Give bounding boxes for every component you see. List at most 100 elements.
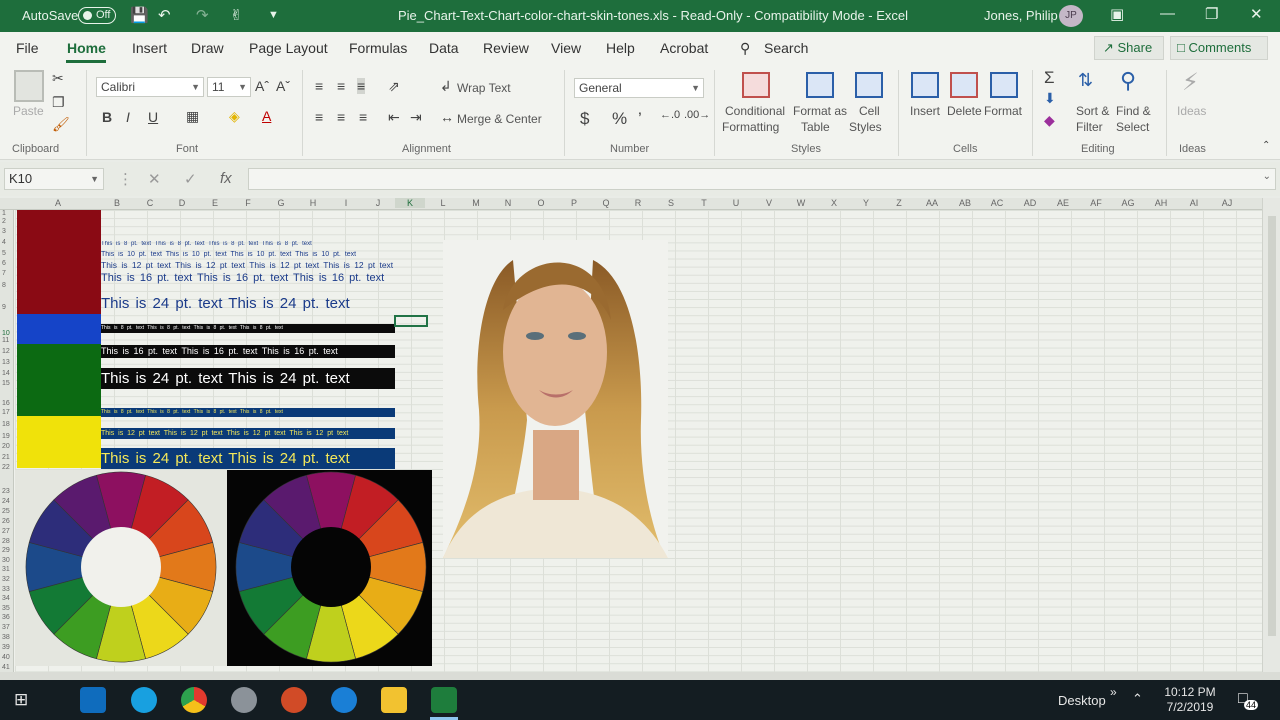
- row-header-21[interactable]: 21: [2, 454, 10, 461]
- row-header-3[interactable]: 3: [2, 228, 6, 235]
- row-header-27[interactable]: 27: [2, 528, 10, 535]
- file-explorer-icon[interactable]: [381, 687, 407, 713]
- scroll-thumb[interactable]: [1268, 216, 1276, 636]
- skype-icon[interactable]: [131, 687, 157, 713]
- column-header-t[interactable]: T: [689, 198, 719, 208]
- paste-icon[interactable]: [14, 70, 44, 102]
- color-wheel-dark[interactable]: [227, 470, 432, 666]
- insert-cells-icon[interactable]: [911, 72, 939, 98]
- lightning-icon[interactable]: ⚡: [1182, 68, 1199, 97]
- minimize-icon[interactable]: —: [1160, 5, 1175, 22]
- vertical-scrollbar[interactable]: [1262, 198, 1280, 680]
- portrait-photo[interactable]: [443, 240, 668, 558]
- delete-cells-icon[interactable]: [950, 72, 978, 98]
- column-header-ah[interactable]: AH: [1146, 198, 1176, 208]
- column-header-o[interactable]: O: [526, 198, 556, 208]
- align-left-icon[interactable]: ≡: [315, 109, 323, 125]
- tab-view[interactable]: View: [551, 40, 581, 56]
- column-header-u[interactable]: U: [721, 198, 751, 208]
- row-header-34[interactable]: 34: [2, 595, 10, 602]
- wrap-text-icon[interactable]: ↲: [440, 78, 452, 95]
- row-header-13[interactable]: 13: [2, 359, 10, 366]
- text-sample-12pt[interactable]: This is 12 pt text This is 12 pt text Th…: [101, 260, 395, 270]
- conditional-formatting-label-1[interactable]: Conditional: [725, 104, 785, 118]
- format-as-table-icon[interactable]: [806, 72, 834, 98]
- format-as-table-label-1[interactable]: Format as: [793, 104, 847, 118]
- sort-filter-label-2[interactable]: Filter: [1076, 120, 1103, 134]
- tab-insert[interactable]: Insert: [132, 40, 167, 56]
- tab-data[interactable]: Data: [429, 40, 459, 56]
- tab-acrobat[interactable]: Acrobat: [660, 40, 708, 56]
- align-right-icon[interactable]: ≡: [359, 109, 367, 125]
- conditional-formatting-label-2[interactable]: Formatting: [722, 120, 779, 134]
- column-header-aj[interactable]: AJ: [1212, 198, 1242, 208]
- font-size-select[interactable]: 11 ▼: [207, 77, 251, 97]
- row-header-5[interactable]: 5: [2, 250, 6, 257]
- row-header-18[interactable]: 18: [2, 421, 10, 428]
- decrease-indent-icon[interactable]: ⇤: [388, 109, 400, 126]
- number-format-select[interactable]: General ▼: [574, 78, 704, 98]
- redo-icon[interactable]: ↷: [196, 6, 209, 24]
- ribbon-display-options-icon[interactable]: ▣: [1110, 5, 1124, 23]
- text-sample-8pt-navy[interactable]: This is 8 pt. text This is 8 pt. text Th…: [101, 408, 395, 417]
- find-select-icon[interactable]: ⚲: [1120, 68, 1136, 94]
- column-header-aa[interactable]: AA: [917, 198, 947, 208]
- confirm-entry-icon[interactable]: ✓: [184, 170, 197, 188]
- outlook-icon[interactable]: [80, 687, 106, 713]
- fill-color-icon[interactable]: ◈: [229, 108, 240, 125]
- increase-indent-icon[interactable]: ⇥: [410, 109, 422, 126]
- name-box[interactable]: K10 ▼: [4, 168, 104, 190]
- delete-cells-label[interactable]: Delete: [947, 104, 982, 118]
- edge-icon[interactable]: [331, 687, 357, 713]
- decrease-font-size-icon[interactable]: Aˇ: [276, 78, 290, 94]
- row-header-28[interactable]: 28: [2, 538, 10, 545]
- row-header-38[interactable]: 38: [2, 634, 10, 641]
- decrease-decimal-icon[interactable]: .00→: [684, 109, 710, 121]
- row-header-9[interactable]: 9: [2, 304, 6, 311]
- row-header-19[interactable]: 19: [2, 433, 10, 440]
- borders-icon[interactable]: ▦: [186, 108, 199, 125]
- italic-button[interactable]: I: [126, 109, 130, 125]
- orientation-icon[interactable]: ⇗: [388, 78, 400, 95]
- row-header-22[interactable]: 22: [2, 464, 10, 471]
- autosave-toggle[interactable]: Off: [78, 7, 116, 24]
- color-wheel-light[interactable]: [15, 470, 227, 666]
- restore-icon[interactable]: ❐: [1205, 5, 1218, 23]
- column-header-i[interactable]: I: [331, 198, 361, 208]
- tab-page-layout[interactable]: Page Layout: [249, 40, 328, 56]
- row-header-11[interactable]: 11: [2, 337, 9, 344]
- row-header-29[interactable]: 29: [2, 547, 10, 554]
- increase-font-size-icon[interactable]: Aˆ: [255, 78, 269, 94]
- clock[interactable]: 10:12 PM 7/2/2019: [1160, 685, 1220, 715]
- format-as-table-label-2[interactable]: Table: [801, 120, 830, 134]
- text-sample-8pt[interactable]: This is 8 pt. text This is 8 pt. text Th…: [101, 241, 395, 247]
- row-header-4[interactable]: 4: [2, 239, 6, 246]
- green-swatch[interactable]: [17, 344, 101, 416]
- comments-button[interactable]: □ Comments: [1170, 36, 1268, 60]
- align-bottom-icon[interactable]: ≡: [357, 78, 366, 94]
- column-header-s[interactable]: S: [656, 198, 686, 208]
- tab-home[interactable]: Home: [67, 40, 106, 56]
- increase-decimal-icon[interactable]: ←.0: [660, 109, 680, 121]
- row-header-10[interactable]: 10: [2, 330, 10, 337]
- column-header-f[interactable]: F: [233, 198, 263, 208]
- share-button[interactable]: ↗ Share: [1094, 36, 1164, 60]
- tab-help[interactable]: Help: [606, 40, 635, 56]
- row-header-2[interactable]: 2: [2, 218, 6, 225]
- column-header-v[interactable]: V: [754, 198, 784, 208]
- fill-icon[interactable]: ⬇: [1044, 90, 1056, 107]
- chevron-up-icon[interactable]: ⌃: [1132, 691, 1143, 707]
- row-header-36[interactable]: 36: [2, 614, 10, 621]
- format-cells-icon[interactable]: [990, 72, 1018, 98]
- align-middle-icon[interactable]: ≡: [337, 78, 345, 94]
- undo-icon[interactable]: ↶: [158, 6, 171, 24]
- column-header-q[interactable]: Q: [591, 198, 621, 208]
- comma-style-icon[interactable]: ’: [638, 109, 642, 129]
- touch-mode-icon[interactable]: ✌: [230, 6, 243, 24]
- row-header-17[interactable]: 17: [2, 409, 10, 416]
- expand-formula-bar-icon[interactable]: ⌄: [1263, 171, 1271, 182]
- row-header-41[interactable]: 41: [2, 664, 10, 671]
- text-sample-10pt[interactable]: This is 10 pt. text This is 10 pt. text …: [101, 251, 395, 258]
- column-header-j[interactable]: J: [363, 198, 393, 208]
- row-header-25[interactable]: 25: [2, 508, 10, 515]
